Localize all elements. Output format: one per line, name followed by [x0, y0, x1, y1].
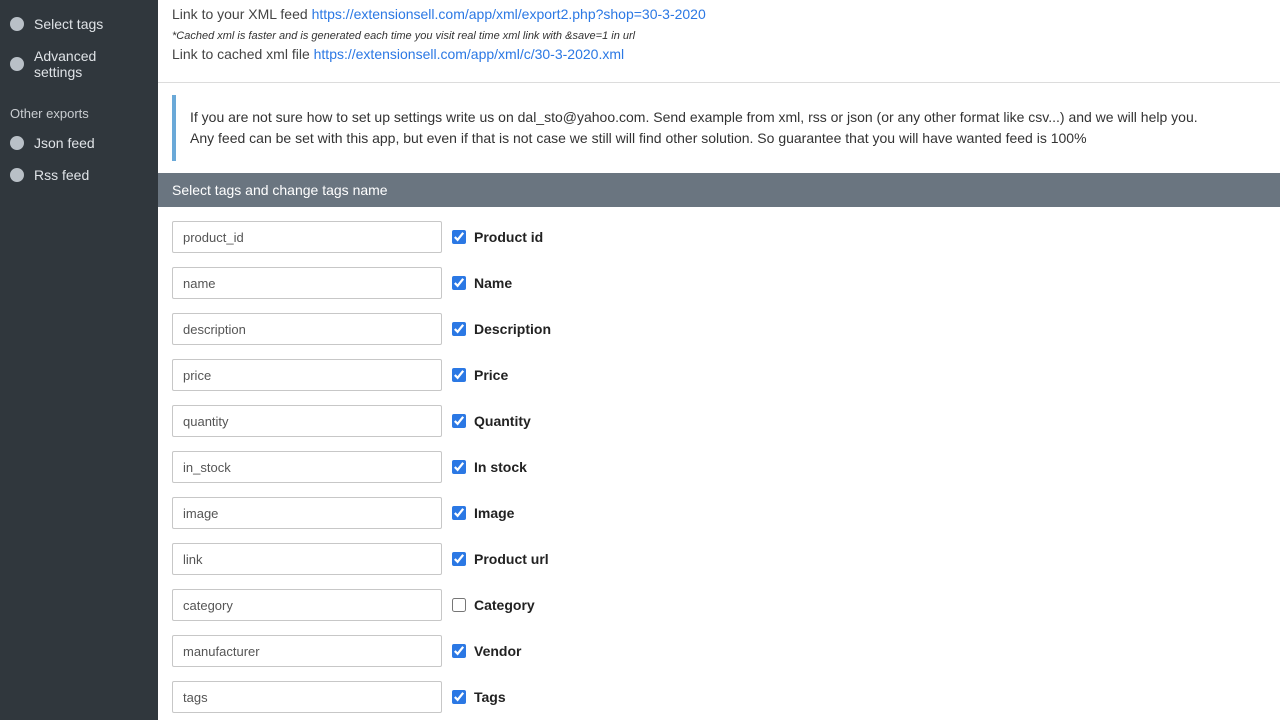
cached-note: *Cached xml is faster and is generated e… [172, 30, 1266, 42]
tag-label: Product id [474, 229, 543, 245]
sidebar-item-rss-feed[interactable]: Rss feed [0, 159, 158, 191]
tag-enable-checkbox[interactable] [452, 414, 466, 428]
tag-row: Tags [172, 681, 1266, 713]
sidebar-item-label: Rss feed [34, 167, 89, 183]
xml-feed-line: Link to your XML feed https://extensions… [172, 6, 1266, 22]
tag-row: Description [172, 313, 1266, 345]
tag-row: Product id [172, 221, 1266, 253]
tag-label: Quantity [474, 413, 531, 429]
tag-name-input[interactable] [172, 267, 442, 299]
main-content: Link to your XML feed https://extensions… [158, 0, 1280, 720]
xml-feed-link[interactable]: https://extensionsell.com/app/xml/export… [312, 6, 706, 22]
tag-row: In stock [172, 451, 1266, 483]
tag-row: Category [172, 589, 1266, 621]
tag-name-input[interactable] [172, 359, 442, 391]
radio-icon [10, 168, 24, 182]
tag-enable-checkbox[interactable] [452, 506, 466, 520]
cached-feed-label: Link to cached xml file [172, 46, 314, 62]
sidebar: Select tags Advanced settings Other expo… [0, 0, 158, 720]
tag-label: Price [474, 367, 508, 383]
tag-enable-checkbox[interactable] [452, 276, 466, 290]
tag-label: In stock [474, 459, 527, 475]
tag-name-input[interactable] [172, 313, 442, 345]
xml-feed-label: Link to your XML feed [172, 6, 312, 22]
radio-icon [10, 57, 24, 71]
tag-enable-checkbox[interactable] [452, 644, 466, 658]
help-info-box: If you are not sure how to set up settin… [172, 95, 1266, 161]
tag-name-input[interactable] [172, 589, 442, 621]
info-line-2: Any feed can be set with this app, but e… [190, 128, 1252, 149]
tag-row: Vendor [172, 635, 1266, 667]
tag-row: Quantity [172, 405, 1266, 437]
tag-enable-checkbox[interactable] [452, 368, 466, 382]
tag-name-input[interactable] [172, 681, 442, 713]
tag-row: Name [172, 267, 1266, 299]
tag-label: Product url [474, 551, 549, 567]
tag-name-input[interactable] [172, 497, 442, 529]
info-line-1: If you are not sure how to set up settin… [190, 107, 1252, 128]
tag-label: Vendor [474, 643, 521, 659]
tag-row: Image [172, 497, 1266, 529]
tag-name-input[interactable] [172, 543, 442, 575]
sidebar-item-label: Advanced settings [34, 48, 148, 80]
radio-icon [10, 136, 24, 150]
tag-enable-checkbox[interactable] [452, 598, 466, 612]
tag-name-input[interactable] [172, 635, 442, 667]
cached-feed-line: Link to cached xml file https://extensio… [172, 46, 1266, 62]
tag-label: Category [474, 597, 535, 613]
sidebar-heading-other-exports: Other exports [0, 88, 158, 127]
tag-label: Name [474, 275, 512, 291]
tag-label: Tags [474, 689, 506, 705]
tag-label: Description [474, 321, 551, 337]
section-header-select-tags: Select tags and change tags name [158, 173, 1280, 207]
tag-name-input[interactable] [172, 405, 442, 437]
tag-enable-checkbox[interactable] [452, 322, 466, 336]
tag-row: Price [172, 359, 1266, 391]
tag-enable-checkbox[interactable] [452, 230, 466, 244]
sidebar-item-json-feed[interactable]: Json feed [0, 127, 158, 159]
sidebar-item-label: Json feed [34, 135, 95, 151]
radio-icon [10, 17, 24, 31]
tag-name-input[interactable] [172, 221, 442, 253]
feed-links-block: Link to your XML feed https://extensions… [158, 0, 1280, 83]
sidebar-item-select-tags[interactable]: Select tags [0, 8, 158, 40]
sidebar-item-advanced-settings[interactable]: Advanced settings [0, 40, 158, 88]
tag-enable-checkbox[interactable] [452, 690, 466, 704]
tag-enable-checkbox[interactable] [452, 460, 466, 474]
sidebar-item-label: Select tags [34, 16, 103, 32]
tag-label: Image [474, 505, 514, 521]
tag-enable-checkbox[interactable] [452, 552, 466, 566]
tag-row: Product url [172, 543, 1266, 575]
tag-name-input[interactable] [172, 451, 442, 483]
cached-feed-link[interactable]: https://extensionsell.com/app/xml/c/30-3… [314, 46, 624, 62]
tag-rows-container: Product id Name Description Price Quantity In… [158, 207, 1280, 720]
